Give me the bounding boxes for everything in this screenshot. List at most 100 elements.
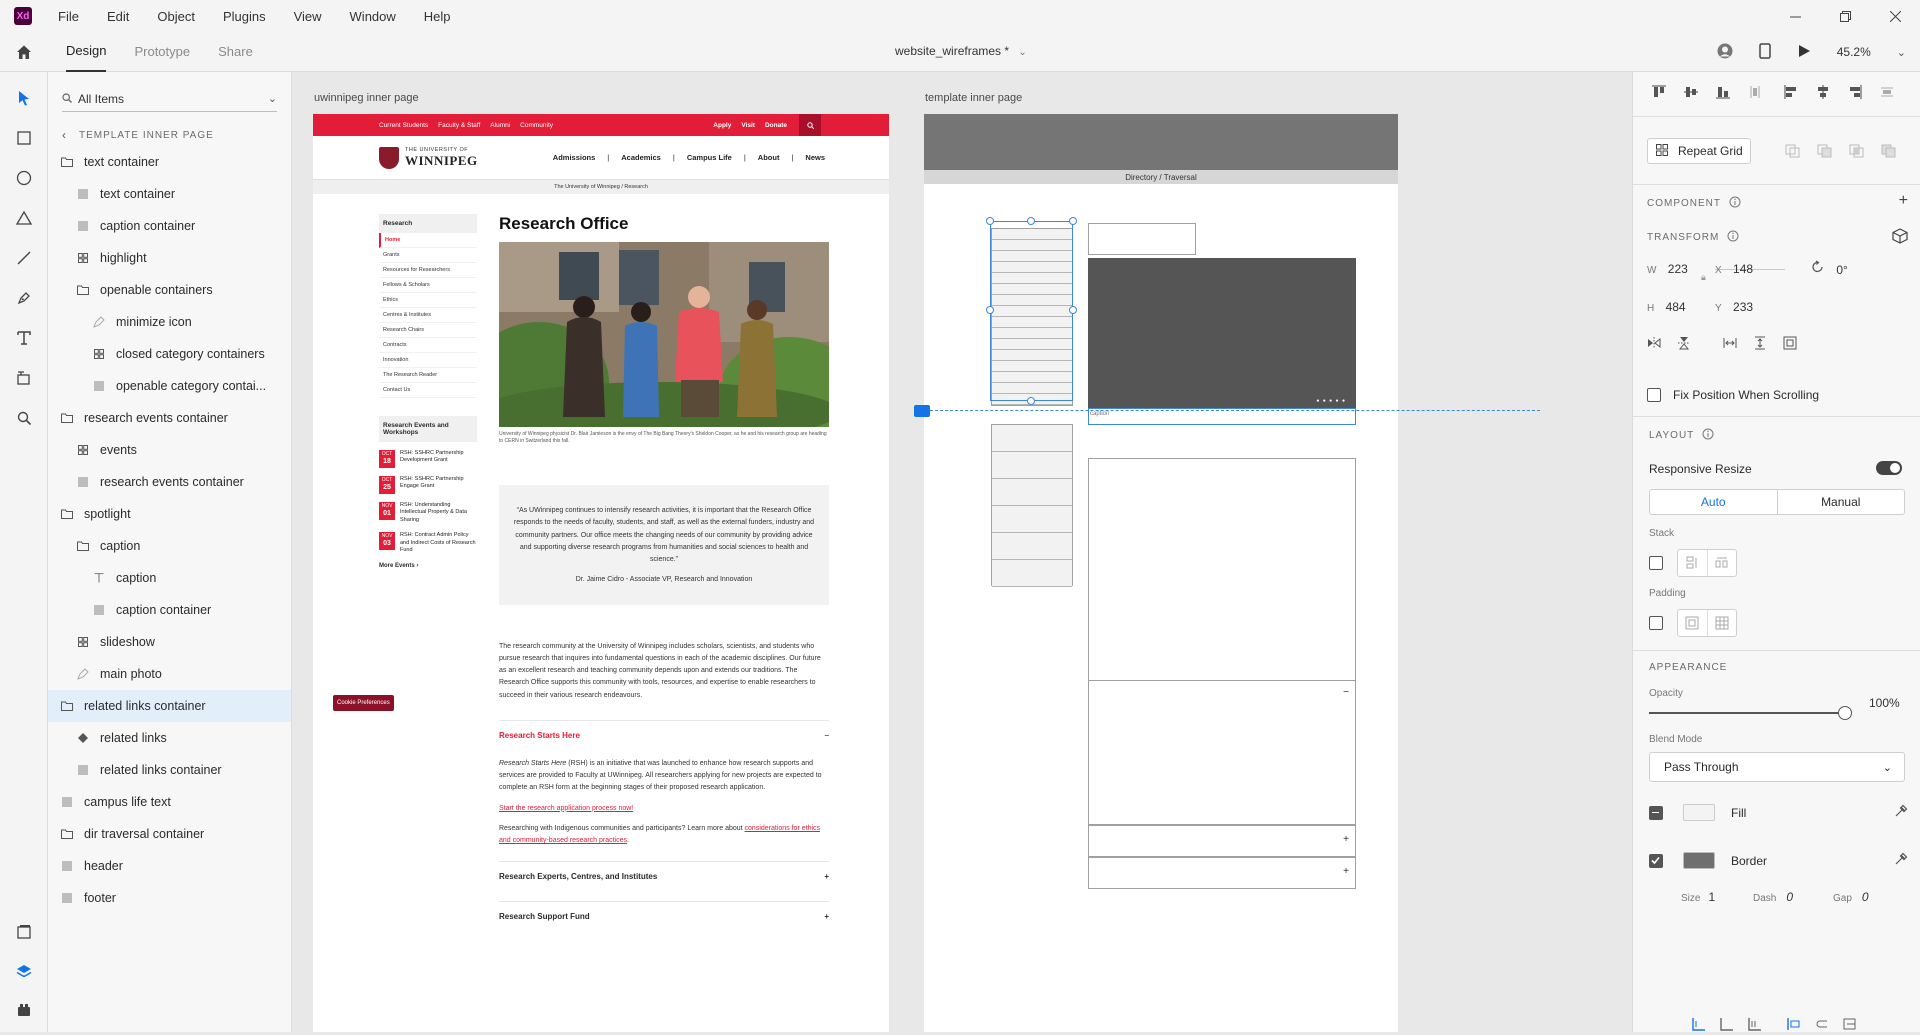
resize-handle[interactable]	[986, 217, 994, 225]
rotation-field[interactable]: 0°	[1811, 260, 1848, 277]
info-icon[interactable]	[1727, 230, 1739, 245]
align-right-icon[interactable]	[1847, 84, 1863, 103]
zoom-chevron-down-icon[interactable]: ⌄	[1897, 46, 1906, 59]
tab-share[interactable]: Share	[218, 32, 253, 71]
resize-manual-option[interactable]: Manual	[1778, 490, 1905, 514]
text-tool-icon[interactable]	[0, 318, 48, 358]
wf-list-row[interactable]	[992, 560, 1072, 587]
artboard-label-uwinnipeg[interactable]: uwinnipeg inner page	[314, 92, 419, 104]
zoom-tool-icon[interactable]	[0, 398, 48, 438]
lock-aspect-icon[interactable]: 🔒︎	[1701, 272, 1706, 283]
wf-highlight[interactable]	[1088, 458, 1356, 570]
boolean-intersect-icon[interactable]	[1849, 144, 1865, 161]
resize-handle[interactable]	[1069, 306, 1077, 314]
resize-handle[interactable]	[1069, 217, 1077, 225]
fit-height-icon[interactable]	[1753, 336, 1767, 353]
fill-swatch[interactable]	[1683, 804, 1715, 821]
x-field[interactable]: X 148	[1715, 262, 1753, 276]
cap-butt-icon[interactable]	[1785, 1016, 1801, 1035]
wf-list-row[interactable]	[992, 506, 1072, 533]
border-size-field[interactable]: Size 1	[1681, 890, 1715, 904]
align-middle-icon[interactable]	[1683, 84, 1699, 103]
x-value[interactable]: 148	[1733, 262, 1753, 276]
pen-tool-icon[interactable]	[0, 278, 48, 318]
rotation-value[interactable]: 0°	[1836, 263, 1847, 277]
responsive-resize-toggle[interactable]	[1876, 461, 1902, 475]
info-icon[interactable]	[1702, 428, 1714, 443]
fit-width-icon[interactable]	[1723, 336, 1737, 353]
width-field[interactable]: W 223	[1647, 262, 1688, 276]
resize-handle[interactable]	[1027, 217, 1035, 225]
menu-edit[interactable]: Edit	[107, 9, 129, 24]
wf-list-row[interactable]	[992, 425, 1072, 452]
wf-text-container[interactable]	[1088, 569, 1356, 681]
minimize-window-icon[interactable]	[1770, 0, 1820, 32]
padding-uniform-icon[interactable]	[1678, 610, 1708, 636]
layer-row[interactable]: openable category contai...	[48, 370, 291, 402]
height-value[interactable]: 484	[1666, 300, 1686, 314]
border-inner-icon[interactable]	[1691, 1016, 1707, 1035]
width-value[interactable]: 223	[1668, 262, 1688, 276]
padding-individual-icon[interactable]	[1708, 610, 1737, 636]
dash-value[interactable]: 0	[1786, 890, 1793, 904]
wf-openable-category[interactable]: −	[1088, 680, 1356, 825]
stack-vertical-icon[interactable]	[1678, 550, 1708, 576]
layer-row[interactable]: header	[48, 850, 291, 882]
padding-checkbox[interactable]	[1649, 616, 1663, 630]
layer-row[interactable]: caption container	[48, 210, 291, 242]
user-avatar-icon[interactable]	[1717, 43, 1733, 62]
wf-page-title-box[interactable]	[1088, 223, 1196, 255]
flip-horizontal-icon[interactable]	[1647, 336, 1661, 353]
select-tool-icon[interactable]	[0, 78, 48, 118]
boolean-subtract-icon[interactable]	[1817, 144, 1833, 161]
cap-round-icon[interactable]	[1813, 1016, 1829, 1035]
layer-row[interactable]: text container	[48, 178, 291, 210]
resize-auto-option[interactable]: Auto	[1650, 490, 1778, 514]
artboard-label-template[interactable]: template inner page	[925, 92, 1022, 104]
layer-row[interactable]: openable containers	[48, 274, 291, 306]
menu-plugins[interactable]: Plugins	[223, 9, 266, 24]
menu-window[interactable]: Window	[350, 9, 396, 24]
selection-bounds[interactable]	[990, 221, 1073, 401]
play-icon[interactable]	[1797, 44, 1811, 61]
layer-breadcrumb[interactable]: ‹ TEMPLATE INNER PAGE	[62, 128, 291, 142]
polygon-tool-icon[interactable]	[0, 198, 48, 238]
fix-position-checkbox[interactable]: Fix Position When Scrolling	[1647, 388, 1819, 402]
wf-list-row[interactable]	[992, 533, 1072, 560]
rectangle-tool-icon[interactable]	[0, 118, 48, 158]
layer-row[interactable]: minimize icon	[48, 306, 291, 338]
info-icon[interactable]	[1729, 196, 1741, 211]
fix-position-box[interactable]	[1647, 388, 1661, 402]
border-gap-field[interactable]: Gap 0	[1833, 890, 1869, 904]
boolean-add-icon[interactable]	[1785, 144, 1801, 161]
layer-row[interactable]: caption	[48, 562, 291, 594]
layer-row[interactable]: slideshow	[48, 626, 291, 658]
3d-transform-icon[interactable]	[1892, 228, 1908, 247]
layer-row[interactable]: closed category containers	[48, 338, 291, 370]
border-eyedropper-icon[interactable]	[1894, 852, 1908, 869]
layer-row[interactable]: footer	[48, 882, 291, 914]
border-checkbox[interactable]	[1649, 853, 1663, 868]
layer-row[interactable]: spotlight	[48, 498, 291, 530]
size-value[interactable]: 1	[1708, 890, 1715, 904]
plugins-panel-icon[interactable]	[0, 990, 48, 1030]
layer-row[interactable]: caption	[48, 530, 291, 562]
opacity-slider-track[interactable]	[1649, 712, 1845, 714]
canvas[interactable]: uwinnipeg inner page template inner page…	[292, 72, 1632, 1032]
ellipse-tool-icon[interactable]	[0, 158, 48, 198]
wf-research-events[interactable]	[991, 424, 1073, 587]
blend-mode-select[interactable]: Pass Through ⌄	[1649, 752, 1905, 782]
filter-chevron-down-icon[interactable]: ⌄	[268, 92, 277, 105]
layer-row[interactable]: related links container	[48, 754, 291, 786]
y-value[interactable]: 233	[1733, 300, 1753, 314]
layer-row[interactable]: main photo	[48, 658, 291, 690]
align-left-icon[interactable]	[1783, 84, 1799, 103]
layer-row[interactable]: research events container	[48, 402, 291, 434]
menu-object[interactable]: Object	[157, 9, 195, 24]
zoom-level[interactable]: 45.2%	[1837, 45, 1871, 59]
align-top-icon[interactable]	[1651, 84, 1667, 103]
layer-row[interactable]: text container	[48, 146, 291, 178]
stack-horizontal-icon[interactable]	[1708, 550, 1737, 576]
y-field[interactable]: Y 233	[1715, 300, 1753, 314]
artboard-uwinnipeg-inner-page[interactable]: Current Students Faculty & Staff Alumni …	[313, 114, 889, 1032]
